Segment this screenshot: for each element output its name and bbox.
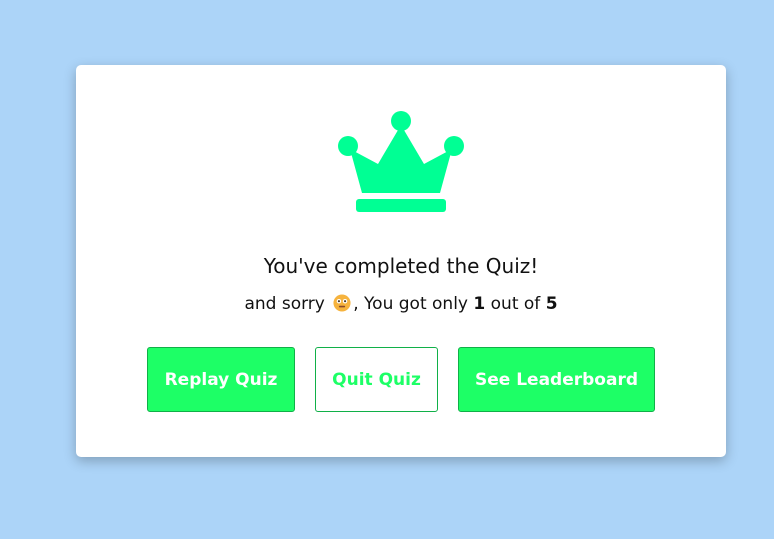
completion-title: You've completed the Quiz! [263, 254, 539, 278]
score-prefix: and sorry [244, 294, 325, 314]
flushed-face-icon [333, 294, 351, 312]
crown-icon [338, 111, 464, 212]
see-leaderboard-button[interactable]: See Leaderboard [458, 347, 655, 412]
result-card: You've completed the Quiz! and sorry , Y… [76, 65, 726, 457]
score-value: 1 [473, 294, 486, 314]
score-text: and sorry , You got only 1 out of 5 [76, 292, 726, 316]
quit-quiz-button[interactable]: Quit Quiz [315, 347, 438, 412]
score-out-of: out of [490, 294, 541, 314]
score-suffix: , You got only [353, 294, 468, 314]
score-total: 5 [545, 294, 558, 314]
replay-quiz-button[interactable]: Replay Quiz [147, 347, 295, 412]
